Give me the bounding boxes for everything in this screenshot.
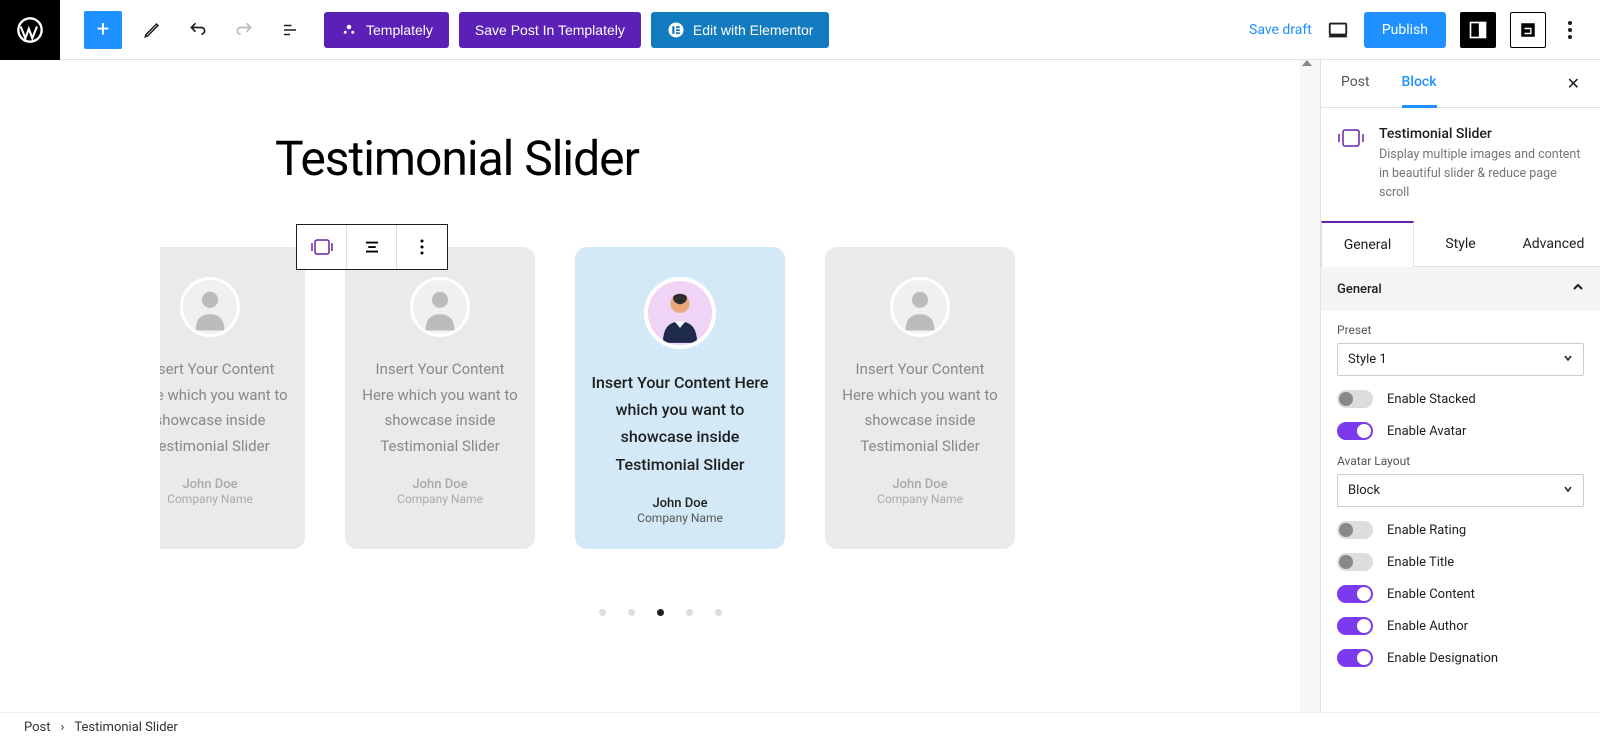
block-toolbar	[296, 224, 448, 270]
add-block-button[interactable]: +	[84, 11, 122, 49]
avatar	[890, 277, 950, 337]
more-options-icon[interactable]	[1560, 20, 1580, 40]
toggle-enable-rating[interactable]	[1337, 521, 1373, 539]
preset-label: Preset	[1337, 323, 1584, 337]
desktop-preview-icon[interactable]	[1326, 18, 1350, 42]
panel-general-head[interactable]: General	[1321, 267, 1600, 311]
block-type-icon[interactable]	[297, 225, 347, 269]
card-author: John Doe	[892, 477, 947, 492]
breadcrumb-separator: ›	[61, 720, 65, 735]
templately-button[interactable]: Templately	[324, 12, 449, 48]
slider-dots	[599, 609, 722, 616]
outline-icon[interactable]	[280, 20, 300, 40]
edit-elementor-button[interactable]: Edit with Elementor	[651, 12, 830, 48]
preset-select[interactable]: Style 1	[1337, 343, 1584, 376]
edit-icon[interactable]	[142, 20, 162, 40]
toggle-enable-content[interactable]	[1337, 585, 1373, 603]
breadcrumb: Post › Testimonial Slider	[0, 712, 1600, 742]
avatar	[180, 277, 240, 337]
undo-icon[interactable]	[188, 20, 208, 40]
avatar-layout-label: Avatar Layout	[1337, 454, 1584, 468]
slider-dot[interactable]	[628, 609, 635, 616]
testimonial-slider-block[interactable]: Insert Your Content Here which you want …	[160, 247, 1160, 579]
tab-block[interactable]: Block	[1386, 60, 1453, 107]
chevron-down-icon	[1563, 483, 1573, 498]
wordpress-logo[interactable]	[0, 0, 60, 60]
testimonial-card: Insert Your Content Here which you want …	[345, 247, 535, 549]
panel-general-label: General	[1337, 282, 1382, 297]
enable-content-label: Enable Content	[1387, 587, 1475, 602]
align-icon[interactable]	[347, 225, 397, 269]
breadcrumb-post[interactable]: Post	[24, 720, 51, 735]
block-info: Testimonial Slider Display multiple imag…	[1321, 108, 1600, 220]
testimonial-card-active: Insert Your Content Here which you want …	[575, 247, 785, 549]
testimonial-card: Insert Your Content Here which you want …	[160, 247, 305, 549]
block-more-icon[interactable]	[397, 225, 447, 269]
publish-button[interactable]: Publish	[1364, 12, 1446, 48]
top-toolbar: + Templately Save Post In Templately Edi…	[0, 0, 1600, 60]
card-content: Insert Your Content Here which you want …	[841, 357, 999, 459]
redo-icon[interactable]	[234, 20, 254, 40]
tab-post[interactable]: Post	[1325, 60, 1386, 107]
toggle-enable-author[interactable]	[1337, 617, 1373, 635]
avatar	[410, 277, 470, 337]
editor-canvas[interactable]: Testimonial Slider Insert Your Content H…	[0, 60, 1320, 742]
block-info-title: Testimonial Slider	[1379, 126, 1584, 142]
card-company: Company Name	[877, 492, 963, 506]
slider-dot-active[interactable]	[657, 609, 664, 616]
enable-avatar-label: Enable Avatar	[1387, 424, 1466, 439]
slider-dot[interactable]	[715, 609, 722, 616]
breadcrumb-current[interactable]: Testimonial Slider	[74, 720, 177, 735]
enable-stacked-label: Enable Stacked	[1387, 392, 1476, 407]
card-author: John Doe	[412, 477, 467, 492]
settings-sidebar: Post Block ✕ Testimonial Slider Display …	[1320, 60, 1600, 742]
scrollbar-track[interactable]	[1300, 60, 1320, 742]
slider-dot[interactable]	[686, 609, 693, 616]
slider-dot[interactable]	[599, 609, 606, 616]
enable-designation-label: Enable Designation	[1387, 651, 1498, 666]
testimonial-card: Insert Your Content Here which you want …	[825, 247, 1015, 549]
avatar-layout-value: Block	[1348, 483, 1380, 498]
card-content: Insert Your Content Here which you want …	[591, 369, 769, 478]
card-company: Company Name	[637, 511, 723, 525]
plugin-panel-button[interactable]: ⊐	[1510, 12, 1546, 48]
settings-panel-toggle[interactable]	[1460, 12, 1496, 48]
enable-title-label: Enable Title	[1387, 555, 1454, 570]
toggle-enable-stacked[interactable]	[1337, 390, 1373, 408]
toggle-enable-designation[interactable]	[1337, 649, 1373, 667]
toggle-enable-avatar[interactable]	[1337, 422, 1373, 440]
page-title[interactable]: Testimonial Slider	[275, 130, 639, 187]
save-post-templately-button[interactable]: Save Post In Templately	[459, 12, 641, 48]
subtab-advanced[interactable]: Advanced	[1507, 220, 1600, 266]
card-author: John Doe	[652, 496, 707, 511]
avatar-layout-select[interactable]: Block	[1337, 474, 1584, 507]
toggle-enable-title[interactable]	[1337, 553, 1373, 571]
card-company: Company Name	[167, 492, 253, 506]
enable-author-label: Enable Author	[1387, 619, 1468, 634]
preset-value: Style 1	[1348, 352, 1387, 367]
subtab-general[interactable]: General	[1321, 221, 1414, 267]
subtab-style[interactable]: Style	[1414, 220, 1507, 266]
avatar	[644, 277, 716, 349]
card-author: John Doe	[182, 477, 237, 492]
save-draft-link[interactable]: Save draft	[1249, 22, 1312, 38]
chevron-up-icon	[1572, 281, 1584, 297]
templately-label: Templately	[366, 22, 433, 38]
scroll-up-arrow[interactable]	[1302, 60, 1312, 66]
close-sidebar-icon[interactable]: ✕	[1551, 60, 1596, 107]
save-post-templately-label: Save Post In Templately	[475, 22, 625, 38]
svg-text:⊐: ⊐	[1524, 23, 1533, 36]
edit-elementor-label: Edit with Elementor	[693, 22, 814, 38]
card-company: Company Name	[397, 492, 483, 506]
block-info-desc: Display multiple images and content in b…	[1379, 146, 1584, 202]
card-content: Insert Your Content Here which you want …	[361, 357, 519, 459]
testimonial-slider-icon	[1337, 126, 1365, 154]
enable-rating-label: Enable Rating	[1387, 523, 1466, 538]
card-content: Insert Your Content Here which you want …	[160, 357, 289, 459]
chevron-down-icon	[1563, 352, 1573, 367]
